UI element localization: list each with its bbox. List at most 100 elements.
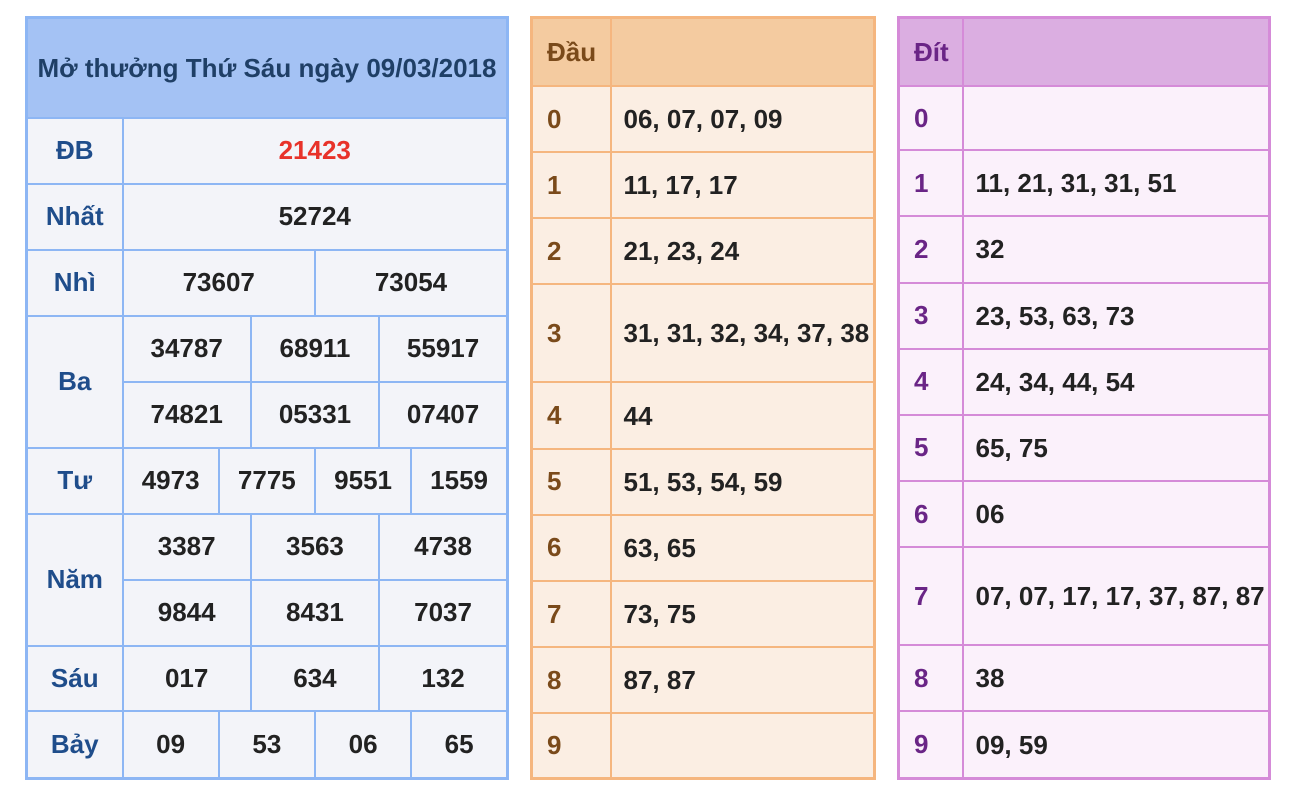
prize-label-tu: Tư: [25, 446, 124, 515]
dit-key: 7: [897, 546, 964, 647]
prize-value-ba: 34787: [121, 314, 252, 383]
dau-row: 8 87, 87: [530, 646, 876, 715]
dit-key: 5: [897, 413, 964, 482]
dit-key: 1: [897, 149, 964, 218]
dit-row: 9 09, 59: [897, 710, 1271, 780]
dit-values: 11, 21, 31, 31, 51: [961, 149, 1271, 218]
prize-row-bay: Bảy 09 53 06 65: [25, 710, 509, 780]
dit-row: 5 65, 75: [897, 413, 1271, 482]
dit-key: 9: [897, 710, 964, 780]
prize-label-ba: Ba: [25, 314, 124, 449]
dau-values: 31, 31, 32, 34, 37, 38: [609, 283, 876, 384]
dau-key: 4: [530, 381, 612, 450]
prize-value-ba: 68911: [249, 314, 381, 383]
dit-row: 7 07, 07, 17, 17, 37, 87, 87: [897, 546, 1271, 647]
dit-key: 3: [897, 281, 964, 350]
prize-value-bay: 06: [313, 710, 413, 780]
dau-row: 5 51, 53, 54, 59: [530, 447, 876, 516]
dau-row: 4 44: [530, 381, 876, 450]
prize-value-ba: 74821: [121, 380, 252, 449]
prize-value-nhi: 73607: [121, 248, 316, 317]
dit-values: 65, 75: [961, 413, 1271, 482]
dau-key: 2: [530, 217, 612, 286]
prize-label-bay: Bảy: [25, 710, 124, 780]
prize-label-nam: Năm: [25, 512, 124, 647]
prize-value-nam: 3563: [249, 512, 381, 581]
prize-value-nhat: 52724: [121, 182, 509, 251]
dau-values: 21, 23, 24: [609, 217, 876, 286]
dau-row: 9: [530, 712, 876, 780]
prize-value-ba: 05331: [249, 380, 381, 449]
dau-header: Đầu: [530, 16, 612, 87]
prize-row-sau: Sáu 017 634 132: [25, 644, 509, 713]
prize-value-ba: 07407: [378, 380, 509, 449]
dit-table: Đít 0 1 11, 21, 31, 31, 51 2 32 3 23, 53, 6…: [897, 16, 1271, 780]
prize-label-sau: Sáu: [25, 644, 124, 713]
prize-label-nhi: Nhì: [25, 248, 124, 317]
prize-row-ba: Ba 34787 68911 55917: [25, 314, 509, 449]
prize-value-nam: 3387: [121, 512, 252, 581]
dit-row: 0: [897, 84, 1271, 152]
results-table: Mở thưởng Thứ Sáu ngày 09/03/2018 ĐB 214…: [25, 16, 509, 780]
prize-value-ba: 55917: [378, 314, 509, 383]
dau-table: Đầu 0 06, 07, 07, 09 1 11, 17, 17 2 21, 23,…: [530, 16, 876, 780]
dit-header: Đít: [897, 16, 964, 87]
prize-label-nhat: Nhất: [25, 182, 124, 251]
prize-value-sau: 634: [249, 644, 381, 713]
dau-row: 2 21, 23, 24: [530, 217, 876, 286]
prize-value-nam: 8431: [249, 578, 381, 647]
dit-key: 2: [897, 215, 964, 284]
dau-key: 5: [530, 447, 612, 516]
dau-key: 8: [530, 646, 612, 715]
prize-row-tu: Tư 4973 7775 9551 1559: [25, 446, 509, 515]
prize-value-db: 21423: [121, 117, 509, 185]
prize-value-tu: 7775: [217, 446, 316, 515]
prize-value-tu: 4973: [121, 446, 220, 515]
prize-value-nam: 4738: [378, 512, 509, 581]
dit-row: 2 32: [897, 215, 1271, 284]
dit-values: [961, 84, 1271, 152]
dit-values: 09, 59: [961, 710, 1271, 780]
dau-key: 6: [530, 513, 612, 582]
dau-values: 63, 65: [609, 513, 876, 582]
dit-row: 6 06: [897, 479, 1271, 549]
prize-value-sau: 132: [378, 644, 509, 713]
dau-row: 6 63, 65: [530, 513, 876, 582]
prize-row-nhat: Nhất 52724: [25, 182, 509, 251]
dau-row: 0 06, 07, 07, 09: [530, 84, 876, 154]
dau-key: 9: [530, 712, 612, 780]
dau-values: 73, 75: [609, 579, 876, 649]
dau-values: 11, 17, 17: [609, 151, 876, 220]
prize-label-db: ĐB: [25, 117, 124, 185]
prize-value-nam: 7037: [378, 578, 509, 647]
dau-values: [609, 712, 876, 780]
prize-value-bay: 65: [410, 710, 509, 780]
dau-key: 3: [530, 283, 612, 384]
dit-key: 8: [897, 644, 964, 713]
prize-value-tu: 9551: [313, 446, 413, 515]
dau-key: 7: [530, 579, 612, 649]
dau-key: 1: [530, 151, 612, 220]
dau-row: 7 73, 75: [530, 579, 876, 649]
dau-key: 0: [530, 84, 612, 154]
dau-row: 3 31, 31, 32, 34, 37, 38: [530, 283, 876, 384]
dit-values: 24, 34, 44, 54: [961, 347, 1271, 416]
dit-key: 0: [897, 84, 964, 152]
results-title: Mở thưởng Thứ Sáu ngày 09/03/2018: [25, 16, 509, 119]
dit-values: 23, 53, 63, 73: [961, 281, 1271, 350]
prize-row-nam: Năm 3387 3563 4738: [25, 512, 509, 647]
dit-row: 8 38: [897, 644, 1271, 713]
dit-values: 38: [961, 644, 1271, 713]
dau-values: 06, 07, 07, 09: [609, 84, 876, 154]
prize-value-nam: 9844: [121, 578, 252, 647]
dit-row: 1 11, 21, 31, 31, 51: [897, 149, 1271, 218]
dit-key: 6: [897, 479, 964, 549]
prize-value-nhi: 73054: [313, 248, 509, 317]
prize-value-sau: 017: [121, 644, 252, 713]
dau-row: 1 11, 17, 17: [530, 151, 876, 220]
dau-values: 44: [609, 381, 876, 450]
dau-values: 87, 87: [609, 646, 876, 715]
prize-value-bay: 09: [121, 710, 220, 780]
dit-row: 3 23, 53, 63, 73: [897, 281, 1271, 350]
dit-row: 4 24, 34, 44, 54: [897, 347, 1271, 416]
